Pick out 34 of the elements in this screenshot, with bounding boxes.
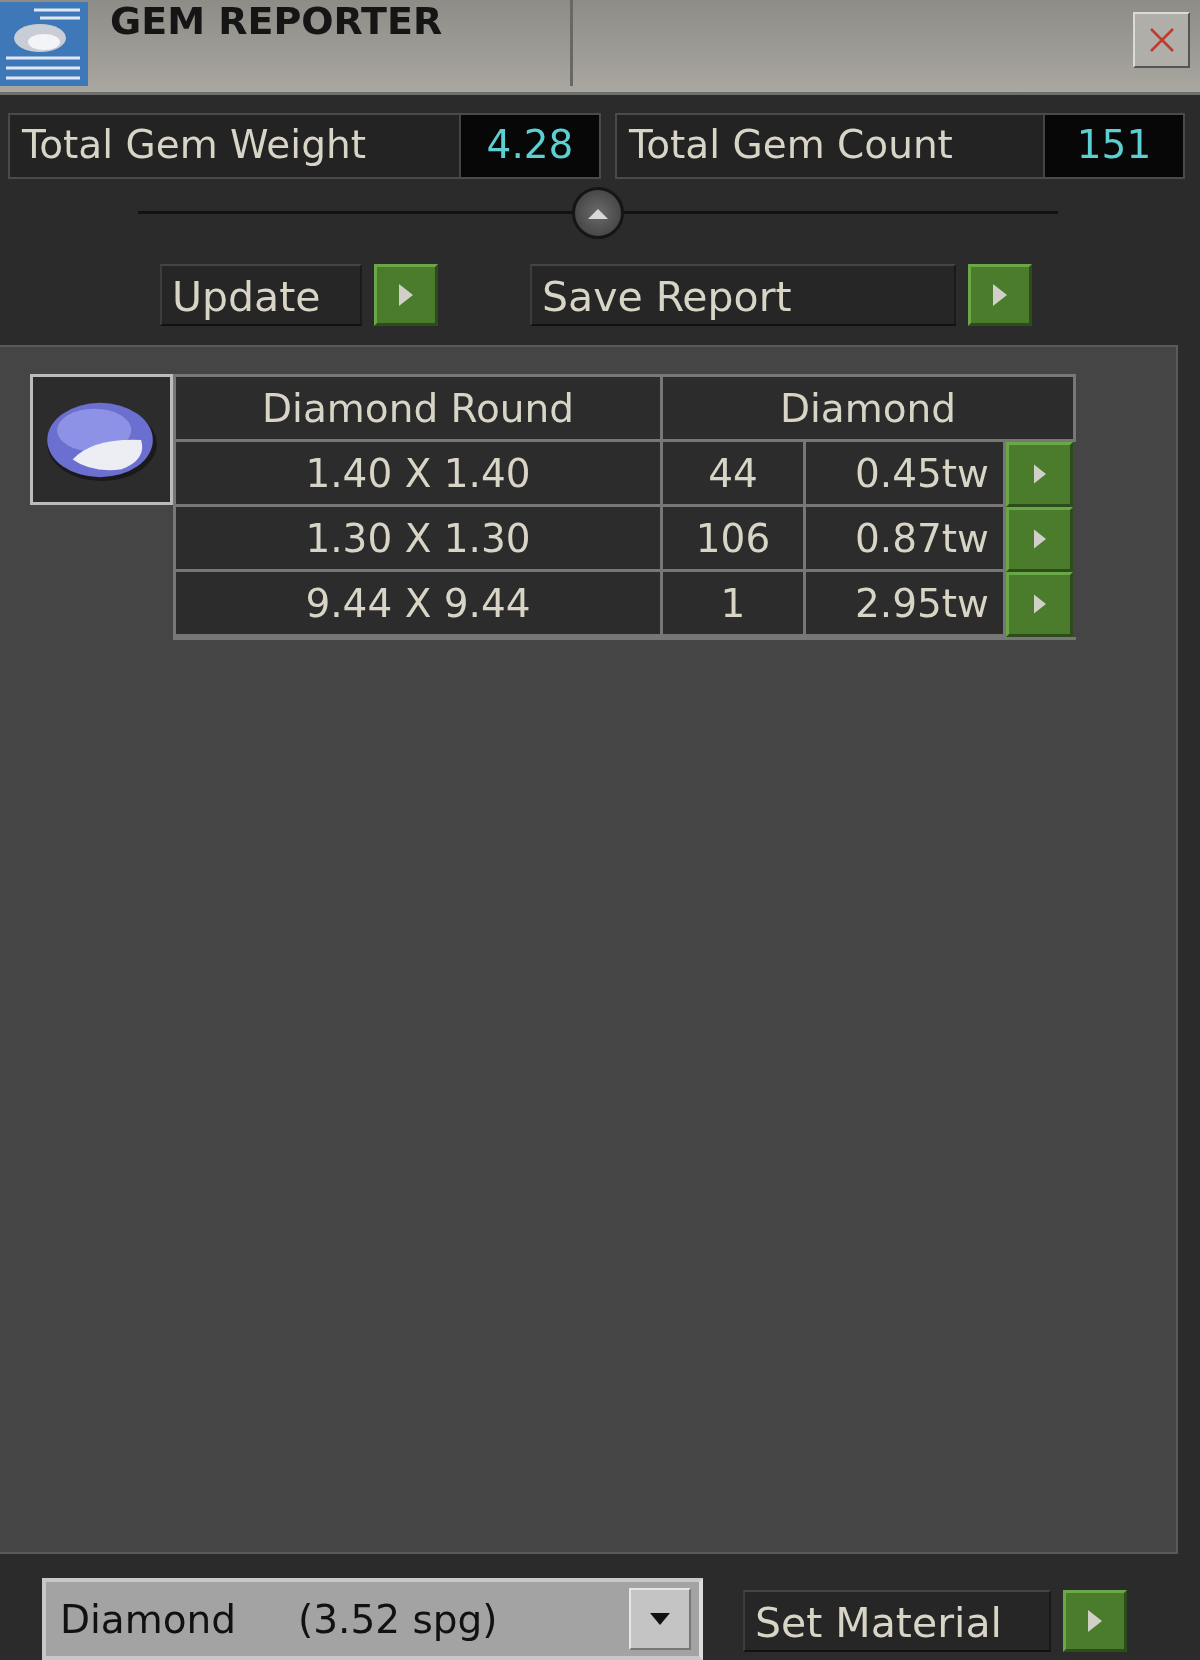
- close-button[interactable]: [1133, 12, 1190, 68]
- play-icon: [993, 283, 1007, 306]
- collapse-handle[interactable]: [572, 186, 624, 239]
- table-header: Diamond Round: [176, 376, 663, 442]
- stat-value: 151: [1045, 114, 1183, 177]
- play-icon: [1033, 529, 1046, 550]
- table-cell: 1.30 X 1.30: [176, 506, 663, 572]
- table-cell: 9.44 X 9.44: [176, 571, 663, 637]
- app-icon: [0, 0, 88, 88]
- play-button[interactable]: [1006, 441, 1073, 507]
- play-icon: [1033, 594, 1046, 615]
- up-triangle-icon: [588, 206, 608, 219]
- material-dropdown[interactable]: Diamond (3.52 spg): [42, 1578, 703, 1660]
- play-icon: [1088, 1610, 1102, 1632]
- action-label: Set Material: [743, 1590, 1051, 1652]
- action-label: Save Report: [530, 263, 956, 326]
- table-cell: 2.95tw: [806, 571, 1006, 637]
- table-cell: 44: [663, 441, 806, 507]
- window-title: GEM REPORTER: [110, 0, 444, 42]
- play-button[interactable]: [374, 263, 438, 326]
- play-button[interactable]: [1006, 506, 1073, 572]
- play-icon: [399, 283, 413, 306]
- play-button[interactable]: [1006, 571, 1073, 637]
- table-cell: 1: [663, 571, 806, 637]
- stat-value: 4.28: [461, 114, 599, 177]
- action-label: Update: [160, 263, 362, 326]
- play-button[interactable]: [968, 263, 1032, 326]
- table-cell: 1.40 X 1.40: [176, 441, 663, 507]
- table-cell: 0.45tw: [806, 441, 1006, 507]
- table-header: Diamond: [663, 376, 1076, 442]
- play-icon: [1033, 464, 1046, 485]
- table-cell: 106: [663, 506, 806, 572]
- table-cell: 0.87tw: [806, 506, 1006, 572]
- play-button[interactable]: [1063, 1590, 1127, 1652]
